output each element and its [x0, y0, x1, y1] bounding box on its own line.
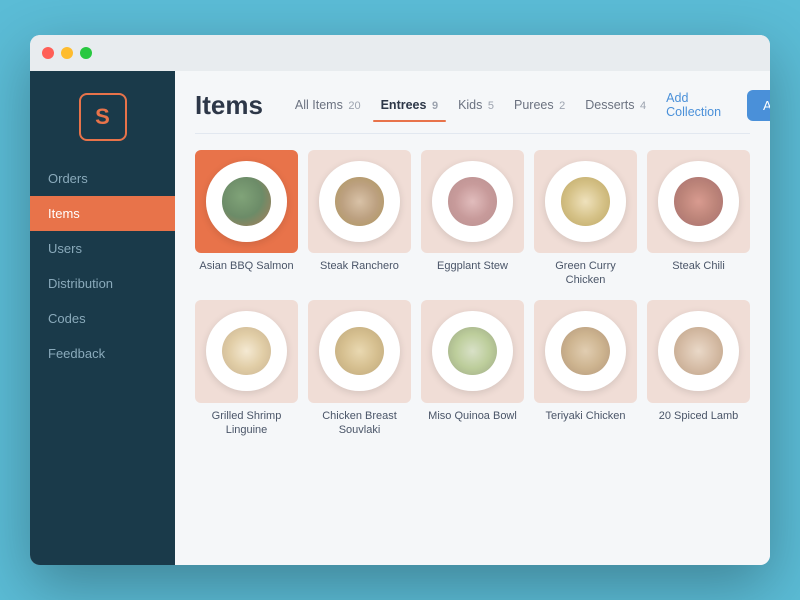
food-visual	[674, 177, 722, 225]
tab-all-items[interactable]: All Items 20	[287, 92, 369, 118]
main-content: Items All Items 20 Entrees 9 Kids 5	[175, 71, 770, 565]
item-name: Eggplant Stew	[437, 259, 508, 273]
food-visual	[448, 177, 496, 225]
sidebar-item-feedback[interactable]: Feedback	[30, 336, 175, 371]
item-card[interactable]: 20 Spiced Lamb	[647, 300, 750, 438]
plate	[206, 161, 286, 241]
item-name: 20 Spiced Lamb	[659, 409, 739, 423]
item-image-wrapper	[421, 150, 524, 253]
item-image-wrapper	[534, 300, 637, 403]
item-name: Grilled Shrimp Linguine	[195, 409, 298, 438]
food-visual	[335, 177, 383, 225]
item-card[interactable]: Teriyaki Chicken	[534, 300, 637, 438]
tab-kids[interactable]: Kids 5	[450, 92, 502, 118]
plate	[658, 311, 738, 391]
minimize-button[interactable]	[61, 47, 73, 59]
food-visual	[561, 177, 609, 225]
items-grid: Asian BBQ Salmon Steak Ranchero Eggplant S…	[175, 134, 770, 565]
page-title: Items	[195, 90, 263, 121]
item-image-wrapper	[308, 300, 411, 403]
plate	[545, 161, 625, 241]
item-image-wrapper	[308, 150, 411, 253]
item-card[interactable]: Chicken Breast Souvlaki	[308, 300, 411, 438]
food-visual	[448, 327, 496, 375]
logo: S	[79, 93, 127, 141]
tab-desserts[interactable]: Desserts 4	[577, 92, 654, 118]
item-card[interactable]: Eggplant Stew	[421, 150, 524, 288]
tab-entrees[interactable]: Entrees 9	[373, 92, 446, 118]
item-name: Green Curry Chicken	[534, 259, 637, 288]
item-image-wrapper	[195, 150, 298, 253]
add-item-button[interactable]: Add Item	[747, 90, 770, 121]
sidebar-item-orders[interactable]: Orders	[30, 161, 175, 196]
item-card[interactable]: Steak Chili	[647, 150, 750, 288]
food-visual	[335, 327, 383, 375]
logo-area: S	[30, 83, 175, 161]
item-name: Asian BBQ Salmon	[199, 259, 293, 273]
sidebar-item-items[interactable]: Items	[30, 196, 175, 231]
title-bar	[30, 35, 770, 71]
item-image-wrapper	[195, 300, 298, 403]
item-card[interactable]: Miso Quinoa Bowl	[421, 300, 524, 438]
sidebar: S Orders Items Users Distribution Codes …	[30, 71, 175, 565]
tabs-area: All Items 20 Entrees 9 Kids 5 Purees 2	[287, 85, 729, 125]
plate	[319, 161, 399, 241]
logo-symbol: S	[95, 104, 110, 130]
food-visual	[222, 177, 270, 225]
main-header: Items All Items 20 Entrees 9 Kids 5	[175, 71, 770, 125]
item-card[interactable]: Grilled Shrimp Linguine	[195, 300, 298, 438]
plate	[432, 161, 512, 241]
maximize-button[interactable]	[80, 47, 92, 59]
item-image-wrapper	[421, 300, 524, 403]
app-window: S Orders Items Users Distribution Codes …	[30, 35, 770, 565]
item-card[interactable]: Steak Ranchero	[308, 150, 411, 288]
plate	[545, 311, 625, 391]
food-visual	[674, 327, 722, 375]
item-name: Steak Ranchero	[320, 259, 399, 273]
tab-purees[interactable]: Purees 2	[506, 92, 573, 118]
item-card[interactable]: Asian BBQ Salmon	[195, 150, 298, 288]
item-name: Miso Quinoa Bowl	[428, 409, 517, 423]
item-name: Chicken Breast Souvlaki	[308, 409, 411, 438]
plate	[206, 311, 286, 391]
add-collection-link[interactable]: Add Collection	[658, 85, 729, 125]
sidebar-item-distribution[interactable]: Distribution	[30, 266, 175, 301]
sidebar-item-users[interactable]: Users	[30, 231, 175, 266]
plate	[658, 161, 738, 241]
item-image-wrapper	[647, 300, 750, 403]
sidebar-item-codes[interactable]: Codes	[30, 301, 175, 336]
item-name: Steak Chili	[672, 259, 725, 273]
plate	[319, 311, 399, 391]
item-card[interactable]: Green Curry Chicken	[534, 150, 637, 288]
food-visual	[561, 327, 609, 375]
app-body: S Orders Items Users Distribution Codes …	[30, 71, 770, 565]
item-image-wrapper	[647, 150, 750, 253]
item-name: Teriyaki Chicken	[545, 409, 625, 423]
food-visual	[222, 327, 270, 375]
item-image-wrapper	[534, 150, 637, 253]
plate	[432, 311, 512, 391]
close-button[interactable]	[42, 47, 54, 59]
